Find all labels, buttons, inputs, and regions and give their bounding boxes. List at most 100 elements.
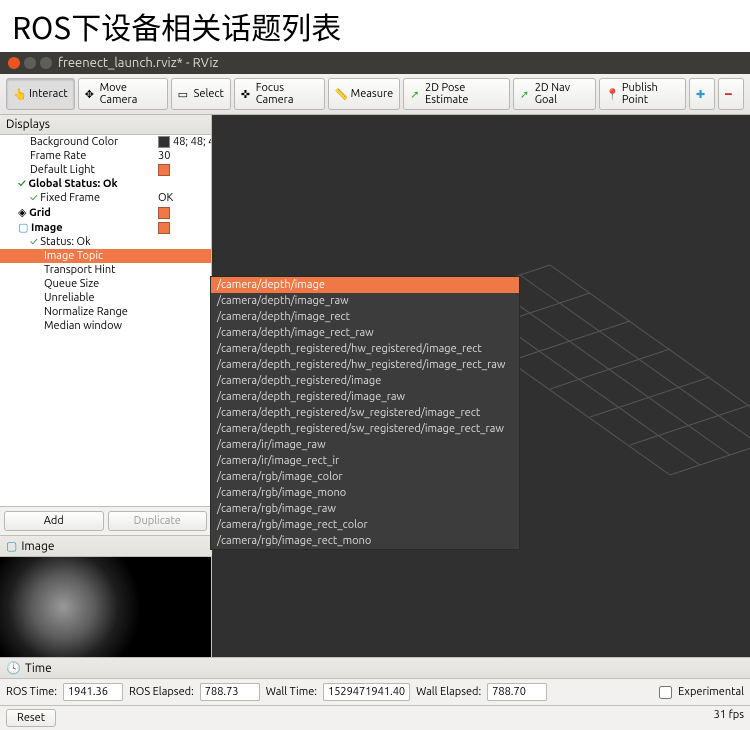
time-title-label: Time — [25, 662, 52, 675]
checkbox-icon — [158, 222, 170, 234]
normalize-range-label[interactable]: Normalize Range — [4, 306, 158, 318]
dropdown-item[interactable]: /camera/depth_registered/sw_registered/i… — [211, 405, 519, 421]
bg-color-label: Background Color — [4, 136, 158, 148]
dropdown-item[interactable]: /camera/depth/image — [211, 277, 519, 293]
dropdown-item[interactable]: /camera/depth/image_rect_raw — [211, 325, 519, 341]
image-icon: ▢ — [18, 222, 31, 234]
dropdown-item[interactable]: /camera/depth/image_raw — [211, 293, 519, 309]
nav-goal-button[interactable]: ➚ 2D Nav Goal — [513, 78, 596, 110]
dropdown-item[interactable]: /camera/depth_registered/sw_registered/i… — [211, 421, 519, 437]
dropdown-item[interactable]: /camera/depth_registered/hw_registered/i… — [211, 341, 519, 357]
fixed-frame-text: Fixed Frame — [40, 192, 100, 204]
bg-color-value[interactable]: 48; 48; 48 — [158, 136, 211, 148]
transport-hint-label[interactable]: Transport Hint — [4, 264, 158, 276]
fixed-frame-label: ✓ Fixed Frame — [4, 192, 158, 204]
frame-rate-value[interactable]: 30 — [158, 150, 207, 162]
default-light-label: Default Light — [4, 164, 158, 176]
dropdown-item[interactable]: /camera/ir/image_raw — [211, 437, 519, 453]
arrow-icon: ➚ — [520, 88, 531, 100]
main-toolbar: 👆 Interact ✥Move Camera ▭ Select ✜Focus Ca… — [0, 74, 750, 115]
color-swatch — [158, 136, 170, 148]
pose-estimate-button[interactable]: ➚2D Pose Estimate — [403, 78, 510, 110]
remove-tool-button[interactable]: ━ — [718, 78, 744, 110]
dropdown-item[interactable]: /camera/depth/image_rect — [211, 309, 519, 325]
dropdown-item[interactable]: /camera/rgb/image_raw — [211, 501, 519, 517]
window-title: freenect_launch.rviz* - RViz — [58, 56, 218, 70]
image-topic-label[interactable]: Image Topic — [4, 250, 158, 262]
page-header: ROS下设备相关话题列表 — [0, 0, 750, 52]
default-light-value[interactable] — [158, 164, 207, 176]
dropdown-item[interactable]: /camera/rgb/image_rect_color — [211, 517, 519, 533]
pointer-icon: 👆 — [13, 88, 25, 100]
clock-icon: 🕓 — [6, 661, 21, 675]
close-icon[interactable] — [8, 57, 20, 69]
status-bar: Reset 31 fps — [0, 705, 750, 730]
status-ok-text: Status: Ok — [40, 236, 90, 248]
image-display-value[interactable] — [158, 221, 207, 234]
fps-label: 31 fps — [714, 709, 744, 727]
dropdown-item[interactable]: /camera/ir/image_rect_ir — [211, 453, 519, 469]
interact-button[interactable]: 👆 Interact — [6, 78, 75, 110]
displays-panel-title: Displays — [0, 115, 211, 135]
maximize-icon[interactable] — [40, 57, 52, 69]
eye-icon: ◈ — [18, 207, 29, 219]
minimize-icon[interactable] — [24, 57, 36, 69]
frame-rate-label: Frame Rate — [4, 150, 158, 162]
queue-size-label[interactable]: Queue Size — [4, 278, 158, 290]
select-label: Select — [194, 88, 224, 100]
wall-time-label: Wall Time: — [266, 686, 317, 698]
unreliable-label[interactable]: Unreliable — [4, 292, 158, 304]
check-icon: ✓ — [30, 236, 40, 248]
select-icon: ▭ — [178, 88, 190, 100]
displays-title-label: Displays — [6, 118, 50, 131]
image-panel-label: Image — [21, 540, 54, 553]
bg-color-text: 48; 48; 48 — [173, 136, 211, 148]
viewport-continued[interactable] — [212, 535, 750, 657]
measure-button[interactable]: 📏Measure — [328, 78, 401, 110]
arrow-icon: ➚ — [410, 88, 421, 100]
wall-elapsed-label: Wall Elapsed: — [416, 686, 481, 698]
dropdown-item[interactable]: /camera/rgb/image_color — [211, 469, 519, 485]
pin-icon: 📍 — [606, 88, 618, 100]
image-topic-dropdown[interactable]: /camera/depth/image /camera/depth/image_… — [210, 276, 520, 550]
image-panel-wrap: ▢ Image — [0, 535, 212, 657]
dropdown-item[interactable]: /camera/depth_registered/hw_registered/i… — [211, 357, 519, 373]
select-button[interactable]: ▭ Select — [171, 78, 231, 110]
global-status-text: Global Status: Ok — [28, 178, 117, 190]
image-text: Image — [31, 222, 63, 234]
grid-text: Grid — [29, 207, 51, 219]
median-window-label[interactable]: Median window — [4, 320, 158, 332]
plus-icon: ✚ — [696, 88, 708, 100]
nav-goal-label: 2D Nav Goal — [535, 82, 589, 106]
add-tool-button[interactable]: ✚ — [689, 78, 715, 110]
move-camera-button[interactable]: ✥Move Camera — [78, 78, 168, 110]
image-display-label[interactable]: ▢ Image — [4, 221, 158, 234]
dropdown-item[interactable]: /camera/rgb/image_mono — [211, 485, 519, 501]
dropdown-item[interactable]: /camera/rgb/image_rect_mono — [211, 533, 519, 549]
focus-camera-button[interactable]: ✜Focus Camera — [234, 78, 325, 110]
grid-label[interactable]: ◈ Grid — [4, 206, 158, 219]
add-button[interactable]: Add — [4, 511, 104, 531]
fixed-frame-value: OK — [158, 192, 207, 204]
publish-point-label: Publish Point — [622, 82, 679, 106]
experimental-label: Experimental — [678, 686, 744, 698]
move-camera-label: Move Camera — [100, 82, 161, 106]
ros-elapsed-field[interactable]: 788.73 — [200, 683, 260, 701]
experimental-checkbox[interactable] — [659, 686, 672, 699]
wall-time-field[interactable]: 1529471941.40 — [323, 683, 410, 701]
grid-value[interactable] — [158, 206, 207, 219]
image-icon: ▢ — [6, 539, 17, 553]
dropdown-item[interactable]: /camera/depth_registered/image_raw — [211, 389, 519, 405]
ros-time-field[interactable]: 1941.36 — [63, 683, 123, 701]
status-ok-label: ✓ Status: Ok — [4, 236, 158, 248]
wall-elapsed-field[interactable]: 788.70 — [487, 683, 547, 701]
checkbox-icon — [158, 207, 170, 219]
property-tree[interactable]: Background Color48; 48; 48 Frame Rate30 … — [0, 135, 211, 506]
interact-label: Interact — [29, 88, 68, 100]
dropdown-item[interactable]: /camera/depth_registered/image — [211, 373, 519, 389]
publish-point-button[interactable]: 📍 Publish Point — [599, 78, 686, 110]
duplicate-button: Duplicate — [108, 511, 208, 531]
window-controls — [8, 57, 52, 69]
reset-button[interactable]: Reset — [6, 709, 56, 727]
depth-image — [0, 557, 211, 657]
